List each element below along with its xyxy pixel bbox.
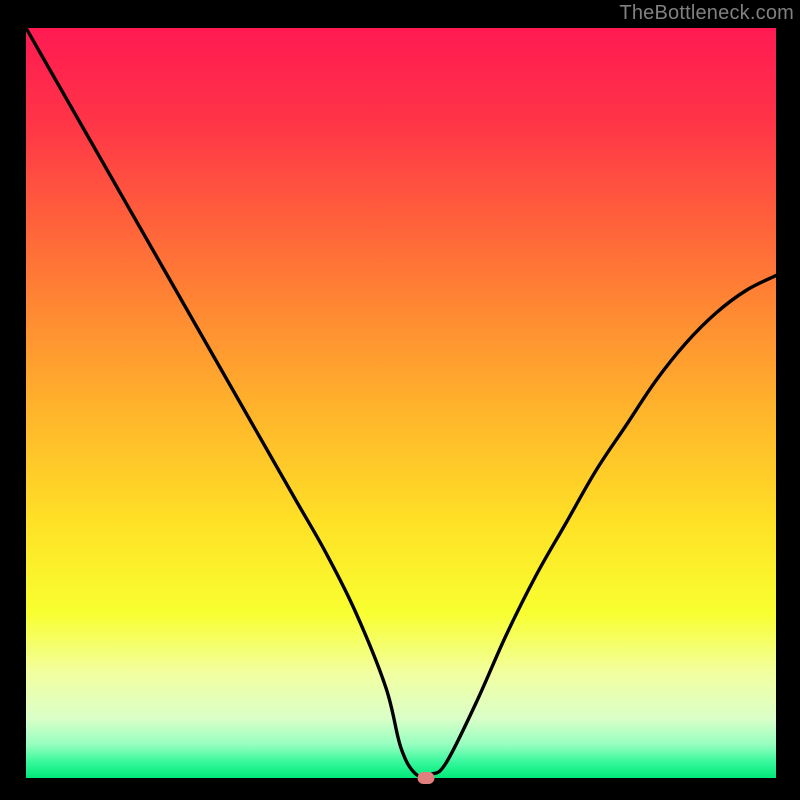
attribution-text: TheBottleneck.com	[619, 2, 794, 25]
plot-svg	[26, 28, 776, 778]
gradient-background	[26, 28, 776, 778]
plot-area	[26, 28, 776, 778]
optimum-marker	[417, 772, 434, 784]
chart-stage: TheBottleneck.com	[0, 0, 800, 800]
